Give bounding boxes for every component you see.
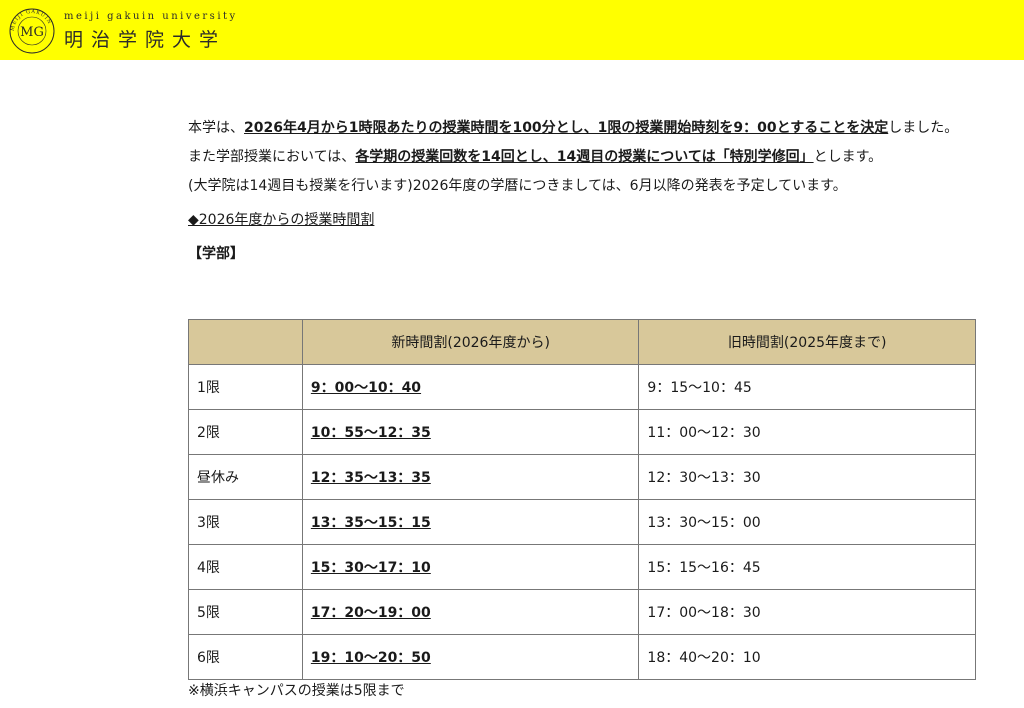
new-time-value: 17：20〜19：00 xyxy=(310,605,431,621)
intro-text: 本学は、 xyxy=(188,120,244,136)
intro-paragraph-3: (大学院は14週目も授業を行います)2026年度の学暦につきましては、6月以降の… xyxy=(188,178,847,194)
site-header: MG MEIJI GAKUIN meiji gakuin university … xyxy=(0,0,1024,60)
table-row: 2限 10：55〜12：35 11：00〜12：30 xyxy=(188,409,976,455)
table-row: 6限 19：10〜20：50 18：40〜20：10 xyxy=(188,634,976,680)
old-time-cell: 17：00〜18：30 xyxy=(638,589,976,635)
old-time-cell: 11：00〜12：30 xyxy=(638,409,976,455)
old-time-cell: 13：30〜15：00 xyxy=(638,499,976,545)
intro-emphasis: 2026年4月から1時限あたりの授業時間を100分とし、1限の授業開始時刻を9：… xyxy=(244,120,889,136)
period-cell: 6限 xyxy=(188,634,303,680)
new-time-cell: 9：00〜10：40 xyxy=(301,364,640,410)
new-time-value: 15：30〜17：10 xyxy=(310,560,431,576)
intro-text: しました。 xyxy=(888,120,959,136)
period-cell: 昼休み xyxy=(188,454,303,500)
intro-emphasis: 各学期の授業回数を14回とし、14週目の授業については「特別学修回」 xyxy=(355,149,814,165)
table-header-row: 新時間割(2026年度から) 旧時間割(2025年度まで) xyxy=(188,319,976,365)
period-cell: 5限 xyxy=(188,589,303,635)
new-time-cell: 15：30〜17：10 xyxy=(301,544,640,590)
university-logo[interactable]: meiji gakuin university 明治学院大学 xyxy=(64,11,238,52)
period-cell: 3限 xyxy=(188,499,303,545)
intro-text: とします。 xyxy=(813,149,883,165)
seal-monogram: MG xyxy=(20,25,44,40)
new-time-cell: 17：20〜19：00 xyxy=(301,589,640,635)
new-time-value: 10：55〜12：35 xyxy=(310,425,431,441)
period-cell: 4限 xyxy=(188,544,303,590)
period-cell: 1限 xyxy=(188,364,303,410)
new-time-value: 12：35〜13：35 xyxy=(310,470,431,486)
old-time-cell: 12：30〜13：30 xyxy=(638,454,976,500)
new-time-value: 19：10〜20：50 xyxy=(310,650,431,666)
period-cell: 2限 xyxy=(188,409,303,455)
timetable-section-link[interactable]: ◆2026年度からの授業時間割 xyxy=(188,209,978,229)
table-row: 3限 13：35〜15：15 13：30〜15：00 xyxy=(188,499,976,545)
column-header-old: 旧時間割(2025年度まで) xyxy=(638,319,976,365)
university-seal-logo[interactable]: MG MEIJI GAKUIN xyxy=(8,7,56,55)
main-content: 本学は、2026年4月から1時限あたりの授業時間を100分とし、1限の授業開始時… xyxy=(188,114,978,263)
old-time-cell: 9：15〜10：45 xyxy=(638,364,976,410)
new-time-cell: 10：55〜12：35 xyxy=(301,409,640,455)
intro-paragraph-1: 本学は、2026年4月から1時限あたりの授業時間を100分とし、1限の授業開始時… xyxy=(188,114,978,143)
intro-paragraph-2: また学部授業においては、各学期の授業回数を14回とし、14週目の授業については「… xyxy=(188,143,978,172)
timetable: 新時間割(2026年度から) 旧時間割(2025年度まで) 1限 9：00〜10… xyxy=(188,319,976,680)
column-header-period xyxy=(188,319,303,365)
table-row: 1限 9：00〜10：40 9：15〜10：45 xyxy=(188,364,976,410)
new-time-cell: 19：10〜20：50 xyxy=(301,634,640,680)
old-time-cell: 18：40〜20：10 xyxy=(638,634,976,680)
intro-text: また学部授業においては、 xyxy=(188,149,356,165)
logo-english: meiji gakuin university xyxy=(64,11,238,22)
table-row: 5限 17：20〜19：00 17：00〜18：30 xyxy=(188,589,976,635)
column-header-new: 新時間割(2026年度から) xyxy=(301,319,640,365)
old-time-cell: 15：15〜16：45 xyxy=(638,544,976,590)
table-row: 4限 15：30〜17：10 15：15〜16：45 xyxy=(188,544,976,590)
faculty-subheading: 【学部】 xyxy=(188,246,244,262)
logo-japanese: 明治学院大学 xyxy=(64,29,227,51)
new-time-cell: 12：35〜13：35 xyxy=(301,454,640,500)
new-time-cell: 13：35〜15：15 xyxy=(301,499,640,545)
new-time-value: 13：35〜15：15 xyxy=(310,515,431,531)
footnote: ※横浜キャンパスの授業は5限まで xyxy=(188,683,405,699)
table-row: 昼休み 12：35〜13：35 12：30〜13：30 xyxy=(188,454,976,500)
new-time-value: 9：00〜10：40 xyxy=(310,380,422,396)
